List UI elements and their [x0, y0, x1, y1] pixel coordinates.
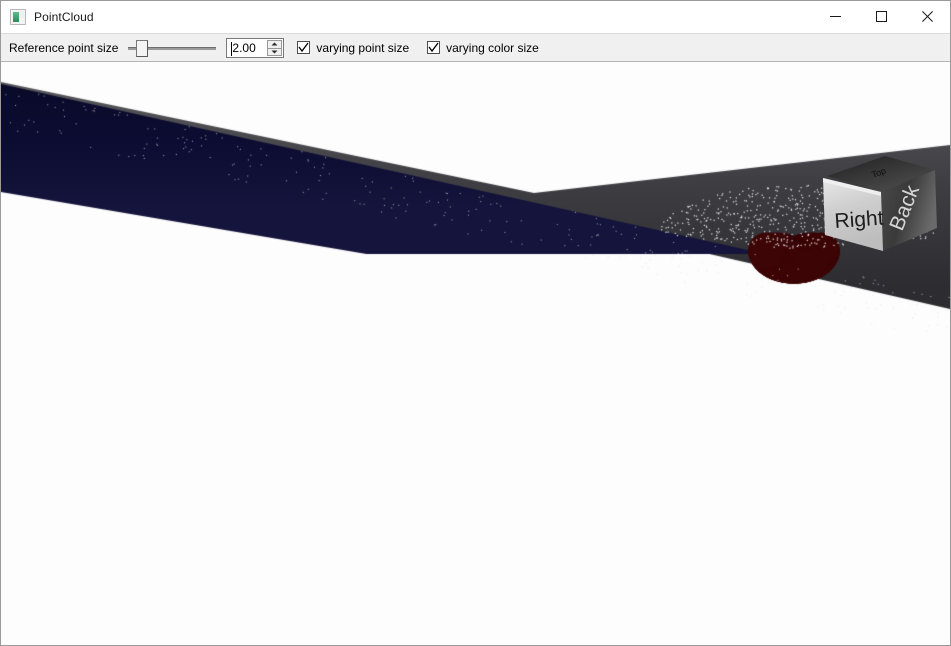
maximize-icon	[876, 11, 887, 22]
varying-color-size-checkbox-item[interactable]: varying color size	[427, 41, 539, 55]
reference-point-size-slider[interactable]	[126, 37, 218, 59]
spinbox-increment-button[interactable]	[267, 40, 282, 48]
reference-point-size-spinbox[interactable]: 2.00	[226, 38, 284, 58]
text-caret	[231, 42, 232, 56]
cube-front-label: Right	[834, 207, 885, 233]
title-bar: PointCloud	[1, 1, 950, 33]
reference-point-size-label: Reference point size	[9, 41, 118, 55]
point-cloud-viewport[interactable]: Right Back Top	[1, 62, 950, 645]
close-button[interactable]	[904, 1, 950, 32]
slider-handle[interactable]	[136, 40, 148, 57]
app-icon-shape-secondary	[19, 12, 24, 18]
close-icon	[922, 11, 933, 22]
app-icon	[10, 9, 26, 25]
varying-color-size-checkbox[interactable]	[427, 41, 440, 54]
minimize-button[interactable]	[812, 1, 858, 32]
varying-point-size-label: varying point size	[316, 41, 409, 55]
minimize-icon	[830, 11, 841, 22]
application-window: PointCloud Reference point size	[0, 0, 951, 646]
point-cloud-render[interactable]	[1, 62, 950, 645]
varying-point-size-checkbox[interactable]	[297, 41, 310, 54]
chevron-down-icon	[271, 50, 278, 54]
maximize-button[interactable]	[858, 1, 904, 32]
toolbar: Reference point size 2.00	[1, 33, 950, 62]
varying-color-size-label: varying color size	[446, 41, 539, 55]
spinbox-steppers	[267, 40, 282, 56]
chevron-up-icon	[271, 42, 278, 46]
spinbox-decrement-button[interactable]	[267, 48, 282, 56]
orientation-cube[interactable]: Right Back Top	[813, 150, 950, 258]
checkmark-icon	[298, 42, 309, 53]
checkmark-icon	[428, 42, 439, 53]
window-controls	[812, 1, 950, 32]
varying-point-size-checkbox-item[interactable]: varying point size	[297, 41, 409, 55]
window-title: PointCloud	[34, 10, 94, 24]
